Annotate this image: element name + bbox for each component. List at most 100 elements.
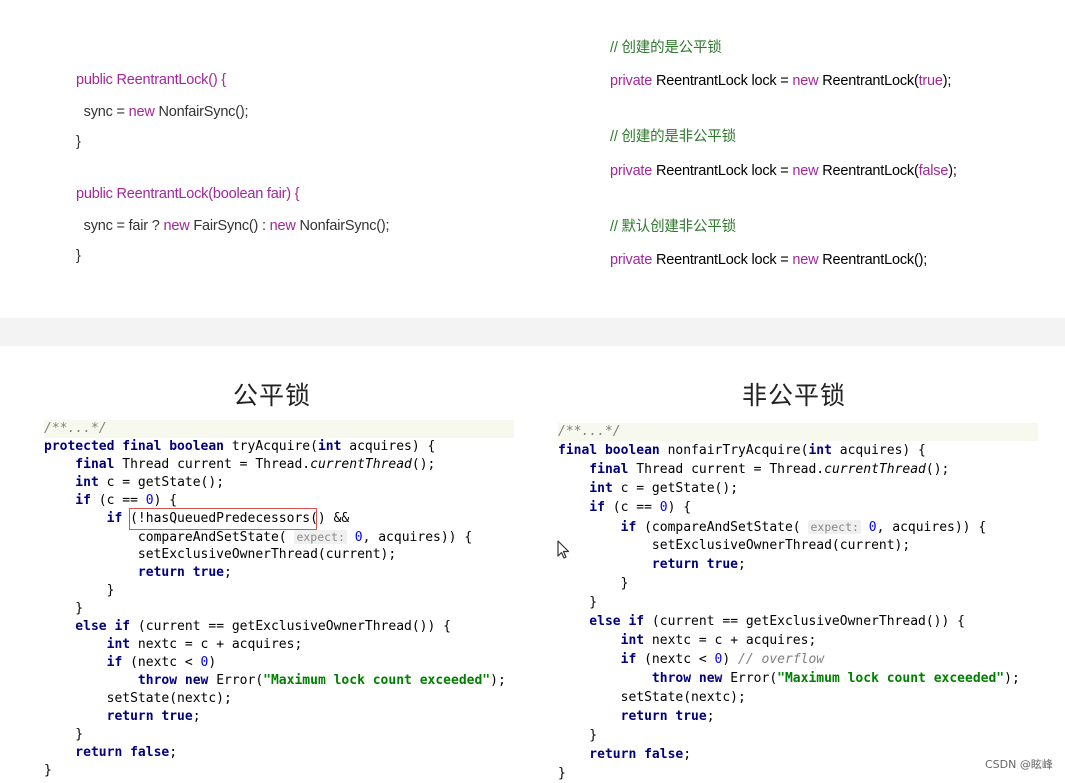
code-token: 0 xyxy=(860,520,877,535)
code-line: return false; xyxy=(558,746,691,764)
code-token: private xyxy=(610,252,656,268)
code-token: NonfairSync(); xyxy=(299,218,390,234)
top-screenshot-panel: public ReentrantLock() { sync = new Nonf… xyxy=(0,0,1065,318)
code-token: 0 xyxy=(145,493,154,508)
code-line: public ReentrantLock(boolean fair) { xyxy=(76,185,300,203)
code-line: setState(nextc); xyxy=(44,691,232,706)
code-line: protected final boolean tryAcquire(int a… xyxy=(44,438,435,456)
code-line: sync = new NonfairSync(); xyxy=(76,103,249,121)
code-line: public ReentrantLock() { xyxy=(76,71,226,89)
code-token: 0 xyxy=(659,500,668,515)
code-token: ); xyxy=(1004,671,1020,686)
constructor-code-block: public ReentrantLock() { sync = new Nonf… xyxy=(76,0,496,300)
code-token: ReentrantLock lock = xyxy=(655,252,793,268)
code-token: return true xyxy=(558,709,707,724)
fair-code-panel: /**...*/ protected final boolean tryAcqu… xyxy=(44,420,514,778)
code-token: (); xyxy=(411,457,436,472)
code-token: ; xyxy=(169,745,178,760)
fair-lock-title: 公平锁 xyxy=(233,381,312,410)
code-token: Error( xyxy=(216,673,264,688)
code-token: nextc = c + acquires; xyxy=(651,633,817,648)
code-line: sync = fair ? new FairSync() : new Nonfa… xyxy=(76,217,390,235)
code-token: ) { xyxy=(667,500,692,515)
code-line: private ReentrantLock lock = new Reentra… xyxy=(610,72,951,90)
code-token: , acquires)) { xyxy=(876,520,987,535)
code-comment: // 创建的是非公平锁 xyxy=(610,129,736,145)
code-token: NonfairSync(); xyxy=(158,104,249,120)
code-token: ReentrantLock lock = xyxy=(655,163,793,179)
code-token: ReentrantLock( xyxy=(822,73,919,89)
code-token: FairSync() : xyxy=(193,218,270,234)
code-token: c = getState(); xyxy=(106,475,225,490)
code-line: int nextc = c + acquires; xyxy=(558,632,817,650)
code-line: final boolean nonfairTryAcquire(int acqu… xyxy=(558,442,926,460)
code-token: ); xyxy=(948,163,957,179)
code-token: if xyxy=(44,655,131,670)
code-token: new xyxy=(792,73,823,89)
code-line: return true; xyxy=(558,708,715,726)
code-token: c = getState(); xyxy=(620,481,739,496)
code-token: else if xyxy=(558,614,652,629)
code-line: setExclusiveOwnerThread(current); xyxy=(558,538,911,553)
code-token: throw new xyxy=(44,673,217,688)
code-line: private ReentrantLock lock = new Reentra… xyxy=(610,251,927,269)
code-line: return true; xyxy=(44,708,201,726)
code-token: "Maximum lock count exceeded" xyxy=(263,673,491,688)
code-line: private ReentrantLock lock = new Reentra… xyxy=(610,162,957,180)
code-line: } xyxy=(44,583,115,598)
code-token: protected final boolean xyxy=(44,439,232,454)
code-line: int c = getState(); xyxy=(558,480,738,498)
code-token: "Maximum lock count exceeded" xyxy=(777,671,1005,686)
code-token: if xyxy=(44,511,131,526)
code-comment: // 创建的是公平锁 xyxy=(610,40,722,56)
code-line: compareAndSetState( expect: 0, acquires)… xyxy=(44,528,472,546)
code-line: int nextc = c + acquires; xyxy=(44,636,303,654)
code-token: Thread current = Thread. xyxy=(636,462,825,477)
code-token: (compareAndSetState( xyxy=(644,520,809,535)
code-token: ) xyxy=(208,655,217,670)
code-token: int xyxy=(44,475,107,490)
code-token: Thread current = Thread. xyxy=(122,457,311,472)
code-token: ); xyxy=(490,673,506,688)
code-line: setExclusiveOwnerThread(current); xyxy=(44,547,397,562)
code-line: setState(nextc); xyxy=(558,690,746,705)
code-line: if (nextc < 0) xyxy=(44,654,217,672)
csdn-watermark: CSDN @眩峰 xyxy=(985,758,1053,771)
code-line: } xyxy=(44,763,52,778)
code-token: tryAcquire( xyxy=(231,439,318,454)
code-token: true xyxy=(918,73,943,89)
code-token: return false xyxy=(44,745,170,760)
code-token: new xyxy=(792,252,823,268)
code-token: ReentrantLock(); xyxy=(822,252,928,268)
code-token: int xyxy=(44,637,138,652)
code-token: currentThread xyxy=(310,457,412,472)
code-token: (c == xyxy=(98,493,146,508)
code-token: int xyxy=(317,439,350,454)
code-token: ReentrantLock() { xyxy=(116,72,227,88)
nonfair-code-panel: /**...*/ final boolean nonfairTryAcquire… xyxy=(558,423,1038,781)
parameter-hint: expect: xyxy=(808,520,861,534)
code-token: int xyxy=(558,481,621,496)
code-token: if xyxy=(558,520,645,535)
code-token: private xyxy=(610,163,656,179)
code-token: ) xyxy=(722,652,739,667)
code-token: (nextc < xyxy=(644,652,715,667)
code-line: } xyxy=(44,727,84,742)
code-token: compareAndSetState( xyxy=(44,530,295,545)
code-token: currentThread xyxy=(824,462,926,477)
code-token: false xyxy=(918,163,949,179)
code-token: ) { xyxy=(153,493,178,508)
code-token: if xyxy=(558,652,645,667)
code-token: sync = xyxy=(76,104,129,120)
bottom-screenshot-panel: 公平锁 非公平锁 /**...*/ protected final boolea… xyxy=(0,346,1065,781)
code-token: ; xyxy=(738,557,746,572)
comment-highlight xyxy=(558,423,1038,441)
code-token: ; xyxy=(224,565,232,580)
code-token: nextc = c + acquires; xyxy=(137,637,303,652)
code-token: throw new xyxy=(558,671,731,686)
code-token: return false xyxy=(558,747,684,762)
code-line: } xyxy=(44,601,84,616)
code-token: (c == xyxy=(612,500,660,515)
code-token: 0 xyxy=(346,530,363,545)
code-token: nonfairTryAcquire( xyxy=(667,443,809,458)
